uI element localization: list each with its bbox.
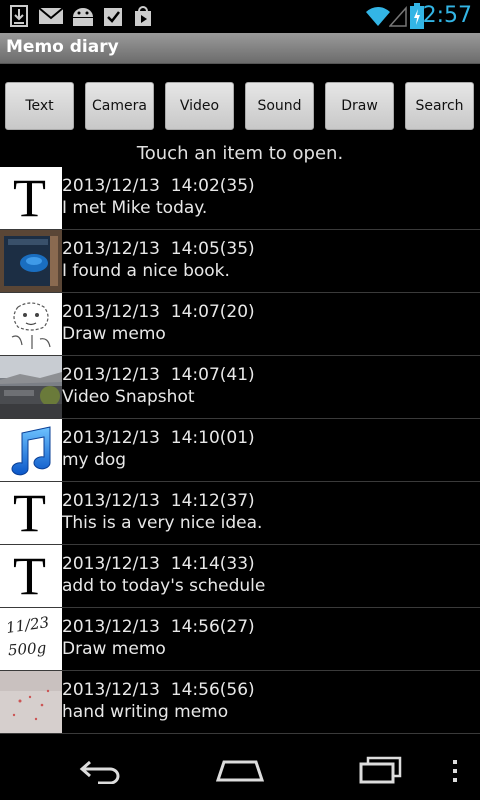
memo-title: Draw memo (62, 639, 166, 659)
list-item[interactable]: 2013/12/13 14:07(41) Video Snapshot (0, 356, 480, 419)
list-item[interactable]: 11/23 500g 2013/12/13 14:56(27) Draw mem… (0, 608, 480, 671)
list-item[interactable]: 2013/12/13 14:10(01) my dog (0, 419, 480, 482)
text-memo-thumbnail: T (0, 482, 62, 544)
list-item[interactable]: 2013/12/13 14:07(20) Draw memo (0, 293, 480, 356)
memo-timestamp: 2013/12/13 14:10(01) (62, 428, 255, 448)
play-store-icon (135, 6, 151, 26)
home-icon[interactable] (216, 758, 264, 782)
memo-title: Draw memo (62, 324, 166, 344)
list-item[interactable]: 2013/12/13 14:05(35) I found a nice book… (0, 230, 480, 293)
memo-title: Video Snapshot (62, 387, 195, 407)
draw-button[interactable]: Draw (325, 82, 394, 130)
overflow-menu-icon[interactable] (450, 758, 460, 784)
text-icon: T (13, 483, 46, 543)
memo-timestamp: 2013/12/13 14:02(35) (62, 176, 255, 196)
landscape-photo-image (0, 356, 62, 418)
memo-timestamp: 2013/12/13 14:56(56) (62, 680, 255, 700)
signal-icon (389, 6, 407, 27)
memo-title: I met Mike today. (62, 198, 208, 218)
handwriting-thumbnail: 11/23 500g (0, 608, 62, 670)
navigation-bar (0, 734, 480, 800)
handwriting-line: 500g (7, 638, 47, 660)
memo-title: my dog (62, 450, 127, 470)
drawing-thumbnail (0, 293, 62, 355)
memo-title: hand writing memo (62, 702, 229, 722)
list-item[interactable]: T 2013/12/13 14:14(33) add to today's sc… (0, 545, 480, 608)
recent-apps-icon[interactable] (358, 756, 404, 784)
book-photo-image (0, 230, 62, 292)
memo-title: add to today's schedule (62, 576, 266, 596)
clipboard-icon (104, 8, 122, 26)
text-icon: T (13, 168, 46, 228)
status-bar: 2:57 (0, 0, 480, 33)
paper-photo-thumbnail (0, 671, 62, 733)
back-icon[interactable] (78, 758, 122, 784)
list-item[interactable]: T 2013/12/13 14:12(37) This is a very ni… (0, 482, 480, 545)
text-memo-thumbnail: T (0, 167, 62, 229)
sound-memo-thumbnail (0, 419, 62, 481)
text-icon: T (13, 546, 46, 606)
toolbar: Text Camera Video Sound Draw Search (0, 82, 480, 130)
book-photo-thumbnail (0, 230, 62, 292)
list-item[interactable]: T 2013/12/13 14:02(35) I met Mike today. (0, 167, 480, 230)
memo-timestamp: 2013/12/13 14:07(20) (62, 302, 255, 322)
memo-title: I found a nice book. (62, 261, 230, 281)
text-memo-thumbnail: T (0, 545, 62, 607)
video-snapshot-thumbnail (0, 356, 62, 418)
paper-photo-image (0, 671, 62, 733)
gmail-icon (38, 7, 64, 24)
clock: 2:57 (422, 3, 472, 28)
music-note-icon (11, 426, 51, 476)
camera-button[interactable]: Camera (85, 82, 154, 130)
wifi-icon (366, 7, 390, 26)
memo-timestamp: 2013/12/13 14:07(41) (62, 365, 255, 385)
search-button[interactable]: Search (405, 82, 474, 130)
sound-button[interactable]: Sound (245, 82, 314, 130)
memo-timestamp: 2013/12/13 14:56(27) (62, 617, 255, 637)
memo-timestamp: 2013/12/13 14:05(35) (62, 239, 255, 259)
list-item[interactable]: 2013/12/13 14:56(56) hand writing memo (0, 671, 480, 734)
text-button[interactable]: Text (5, 82, 74, 130)
android-icon (73, 8, 93, 26)
memo-title: This is a very nice idea. (62, 513, 263, 533)
memo-timestamp: 2013/12/13 14:12(37) (62, 491, 255, 511)
app-title: Memo diary (6, 37, 119, 57)
download-icon (10, 5, 28, 27)
app-title-bar: Memo diary (0, 33, 480, 64)
handwriting-line: 11/23 (4, 613, 51, 637)
video-button[interactable]: Video (165, 82, 234, 130)
sketch-image (11, 302, 51, 349)
instruction-text: Touch an item to open. (136, 143, 344, 164)
memo-timestamp: 2013/12/13 14:14(33) (62, 554, 255, 574)
